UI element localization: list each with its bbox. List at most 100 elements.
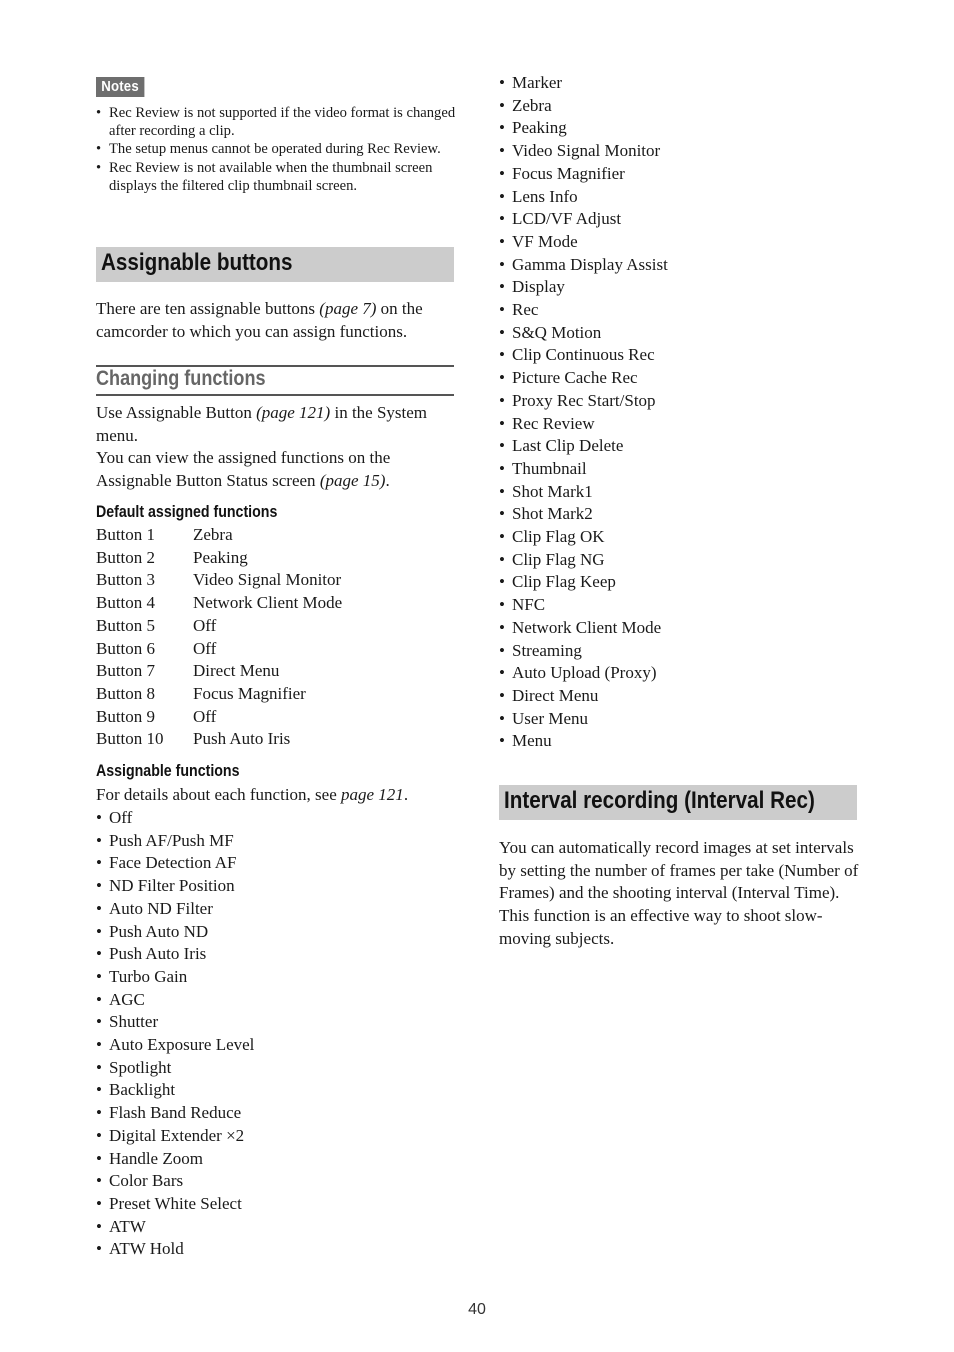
button-name: Button 8 (96, 683, 156, 703)
list-item: Clip Continuous Rec (499, 344, 668, 367)
button-name: Button 6 (96, 638, 156, 658)
list-item: VF Mode (499, 231, 668, 254)
table-row: Button 10 Push Auto Iris (96, 728, 342, 751)
list-item: AGC (96, 989, 254, 1012)
list-item: ATW (96, 1216, 254, 1239)
note-item: Rec Review is not available when the thu… (96, 159, 456, 195)
list-item: User Menu (499, 708, 668, 731)
list-item: Digital Extender ×2 (96, 1125, 254, 1148)
assigned-function: Focus Magnifier (193, 683, 306, 703)
button-name: Button 10 (96, 729, 164, 749)
list-item: Rec Review (499, 413, 668, 436)
assigned-function: Off (193, 615, 217, 635)
list-item: Menu (499, 730, 668, 753)
text: . (403, 785, 409, 804)
list-item: Shot Mark2 (499, 503, 668, 526)
list-item: Gamma Display Assist (499, 254, 668, 277)
assignable-functions-list-right: MarkerZebraPeakingVideo Signal MonitorFo… (499, 72, 668, 753)
page-reference-link[interactable]: (page 7) (319, 299, 376, 318)
list-item: Shot Mark1 (499, 481, 668, 504)
changing-functions-text: Use Assignable Button (page 121) in the … (96, 402, 466, 493)
subsection-heading-changing-functions: Changing functions (96, 365, 454, 396)
table-row: Button 7 Direct Menu (96, 660, 342, 683)
notes-list: Rec Review is not supported if the video… (96, 104, 456, 195)
button-name: Button 4 (96, 593, 156, 613)
list-item: ND Filter Position (96, 875, 254, 898)
default-assigned-table: Button 1 Zebra Button 2 Peaking Button 3 Vide… (96, 524, 342, 751)
section-heading-interval-recording: Interval recording (Interval Rec) (499, 785, 857, 820)
table-row: Button 6 Off (96, 638, 342, 661)
list-item: Direct Menu (499, 685, 668, 708)
list-item: Flash Band Reduce (96, 1102, 254, 1125)
button-name: Button 1 (96, 525, 156, 544)
list-item: Clip Flag OK (499, 526, 668, 549)
table-row: Button 8 Focus Magnifier (96, 683, 342, 706)
assigned-function: Off (193, 706, 217, 726)
list-item: Last Clip Delete (499, 435, 668, 458)
list-item: Push AF/Push MF (96, 830, 254, 853)
list-item: Face Detection AF (96, 852, 254, 875)
paragraph: You can automatically record images at s… (499, 838, 859, 903)
list-item: Proxy Rec Start/Stop (499, 390, 668, 413)
note-item: The setup menus cannot be operated durin… (96, 140, 456, 158)
button-name: Button 2 (96, 547, 156, 567)
page-number: 40 (468, 1301, 486, 1318)
list-item: Clip Flag Keep (499, 571, 668, 594)
section-title: Interval recording (Interval Rec) (504, 787, 815, 814)
list-item: Clip Flag NG (499, 549, 668, 572)
button-name: Button 7 (96, 661, 156, 681)
assignable-buttons-intro: There are ten assignable buttons (page 7… (96, 298, 466, 343)
list-item: Streaming (499, 640, 668, 663)
list-item: Video Signal Monitor (499, 140, 668, 163)
page-reference-link[interactable]: (page 121) (256, 403, 330, 422)
table-row: Button 2 Peaking (96, 547, 342, 570)
table-row: Button 5 Off (96, 615, 342, 638)
list-item: Network Client Mode (499, 617, 668, 640)
text: Use Assignable Button (96, 403, 257, 422)
list-item: Thumbnail (499, 458, 668, 481)
interval-recording-text: You can automatically record images at s… (499, 837, 869, 951)
list-item: Lens Info (499, 186, 668, 209)
text: For details about each function, see (96, 785, 342, 804)
list-item: S&Q Motion (499, 322, 668, 345)
table-row: Button 4 Network Client Mode (96, 592, 342, 615)
assignable-functions-list-left: OffPush AF/Push MFFace Detection AFND Fi… (96, 807, 254, 1261)
assignable-functions-details: For details about each function, see pag… (96, 784, 466, 807)
button-name: Button 3 (96, 570, 156, 590)
list-item: Handle Zoom (96, 1148, 254, 1171)
list-item: Display (499, 276, 668, 299)
list-item: Preset White Select (96, 1193, 254, 1216)
subsection-title: Changing functions (96, 367, 266, 390)
list-item: NFC (499, 594, 668, 617)
list-item: Spotlight (96, 1057, 254, 1080)
notes-badge: Notes (96, 77, 145, 97)
text: . (385, 471, 390, 491)
paragraph: You can view the assigned functions on t… (96, 447, 466, 492)
assigned-function: Direct Menu (193, 661, 280, 681)
list-item: ATW Hold (96, 1238, 254, 1261)
list-item: Color Bars (96, 1170, 254, 1193)
assigned-function: Push Auto Iris (193, 729, 291, 749)
list-item: Off (96, 807, 254, 830)
table-row: Button 1 Zebra (96, 524, 342, 547)
table-row: Button 3 Video Signal Monitor (96, 569, 342, 592)
button-name: Button 5 (96, 615, 156, 635)
list-item: Zebra (499, 95, 668, 118)
assignable-functions-heading: Assignable functions (96, 762, 240, 780)
list-item: Push Auto ND (96, 921, 254, 944)
list-item: Picture Cache Rec (499, 367, 668, 390)
list-item: Marker (499, 72, 668, 95)
section-heading-assignable-buttons: Assignable buttons (96, 247, 454, 282)
list-item: Focus Magnifier (499, 163, 668, 186)
list-item: Auto ND Filter (96, 898, 254, 921)
page-reference-link[interactable]: page 121 (341, 785, 404, 804)
paragraph: This function is an effective way to sho… (499, 906, 823, 948)
list-item: Turbo Gain (96, 966, 254, 989)
text: There are ten assignable buttons (96, 299, 320, 318)
assigned-function: Off (193, 638, 217, 658)
assigned-function: Network Client Mode (193, 593, 343, 613)
list-item: Auto Exposure Level (96, 1034, 254, 1057)
assigned-function: Peaking (193, 547, 248, 567)
list-item: Peaking (499, 117, 668, 140)
page-reference-link[interactable]: (page 15) (320, 471, 386, 490)
